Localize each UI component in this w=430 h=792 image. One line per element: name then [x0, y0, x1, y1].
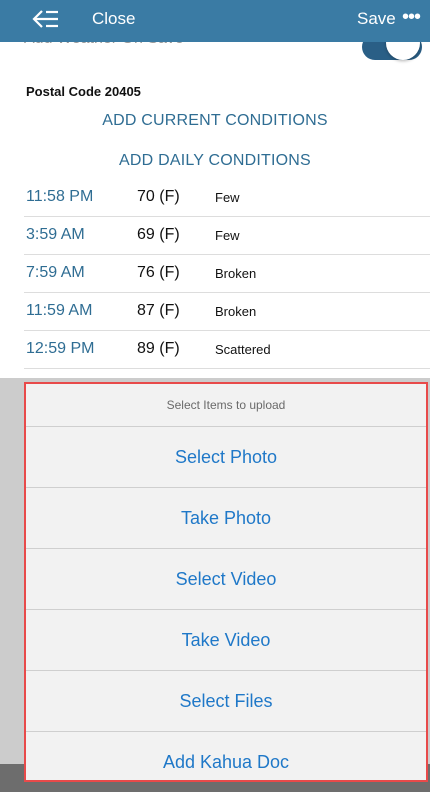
- postal-code: Postal Code 20405: [26, 84, 141, 99]
- close-button[interactable]: Close: [92, 9, 135, 29]
- take-photo-button[interactable]: Take Photo: [26, 488, 426, 549]
- save-button[interactable]: Save: [357, 9, 396, 29]
- take-video-button[interactable]: Take Video: [26, 610, 426, 671]
- weather-temp: 70 (F): [137, 188, 180, 205]
- add-current-conditions-button[interactable]: ADD CURRENT CONDITIONS: [0, 112, 430, 130]
- action-sheet-title: Select Items to upload: [26, 384, 426, 427]
- weather-time: 11:58 PM: [26, 188, 94, 205]
- upload-action-sheet: Select Items to upload Select Photo Take…: [24, 382, 428, 782]
- weather-temp: 87 (F): [137, 302, 180, 319]
- postal-code-value: 20405: [104, 84, 141, 99]
- weather-row: 3:59 AM 69 (F) Few: [24, 216, 430, 255]
- more-icon[interactable]: •••: [402, 6, 421, 29]
- back-arrow-icon[interactable]: [32, 8, 60, 35]
- weather-temp: 76 (F): [137, 264, 180, 281]
- weather-time: 7:59 AM: [26, 264, 85, 281]
- select-files-button[interactable]: Select Files: [26, 671, 426, 732]
- weather-row: 7:59 AM 76 (F) Broken: [24, 254, 430, 293]
- weather-time: 12:59 PM: [26, 340, 95, 357]
- weather-temp: 69 (F): [137, 226, 180, 243]
- add-kahua-doc-button[interactable]: Add Kahua Doc: [26, 732, 426, 792]
- weather-row: 11:58 PM 70 (F) Few: [24, 178, 430, 217]
- select-photo-button[interactable]: Select Photo: [26, 427, 426, 488]
- weather-condition: Broken: [215, 304, 257, 319]
- add-daily-conditions-button[interactable]: ADD DAILY CONDITIONS: [0, 152, 430, 170]
- postal-code-label: Postal Code: [26, 84, 102, 99]
- nav-bar: Close Save •••: [0, 0, 430, 40]
- weather-condition: Few: [215, 190, 240, 205]
- weather-time: 3:59 AM: [26, 226, 85, 243]
- weather-row: 11:59 AM 87 (F) Broken: [24, 292, 430, 331]
- select-video-button[interactable]: Select Video: [26, 549, 426, 610]
- weather-condition: Few: [215, 228, 240, 243]
- weather-condition: Scattered: [215, 342, 271, 357]
- weather-time: 11:59 AM: [26, 302, 93, 319]
- weather-row: 12:59 PM 89 (F) Scattered: [24, 330, 430, 369]
- weather-condition: Broken: [215, 266, 257, 281]
- weather-temp: 89 (F): [137, 340, 180, 357]
